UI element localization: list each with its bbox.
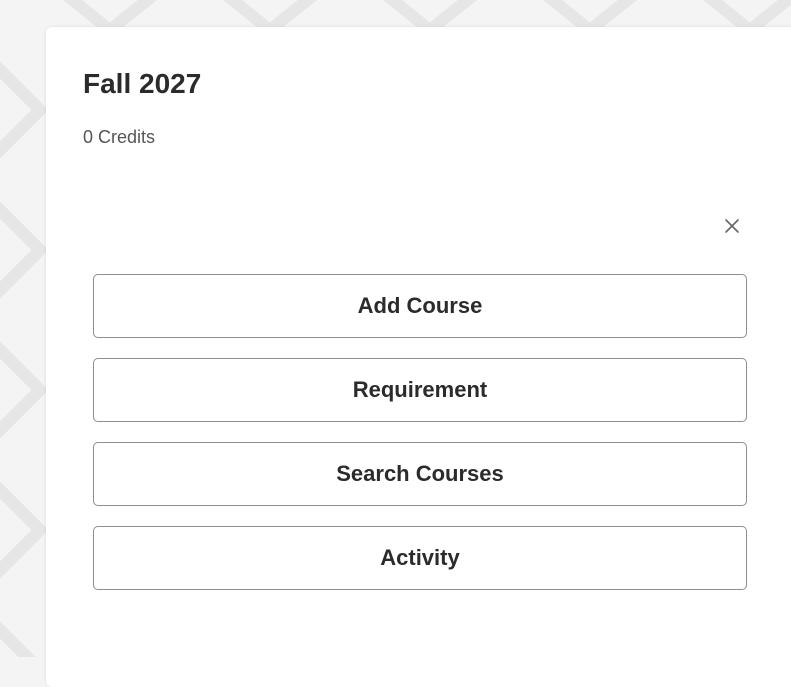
close-icon <box>725 219 739 233</box>
close-button[interactable] <box>718 212 746 240</box>
add-course-button[interactable]: Add Course <box>93 274 747 338</box>
requirement-button[interactable]: Requirement <box>93 358 747 422</box>
activity-button[interactable]: Activity <box>93 526 747 590</box>
term-title: Fall 2027 <box>83 68 202 99</box>
term-credits: 0 Credits <box>83 127 156 147</box>
search-courses-button[interactable]: Search Courses <box>93 442 747 506</box>
